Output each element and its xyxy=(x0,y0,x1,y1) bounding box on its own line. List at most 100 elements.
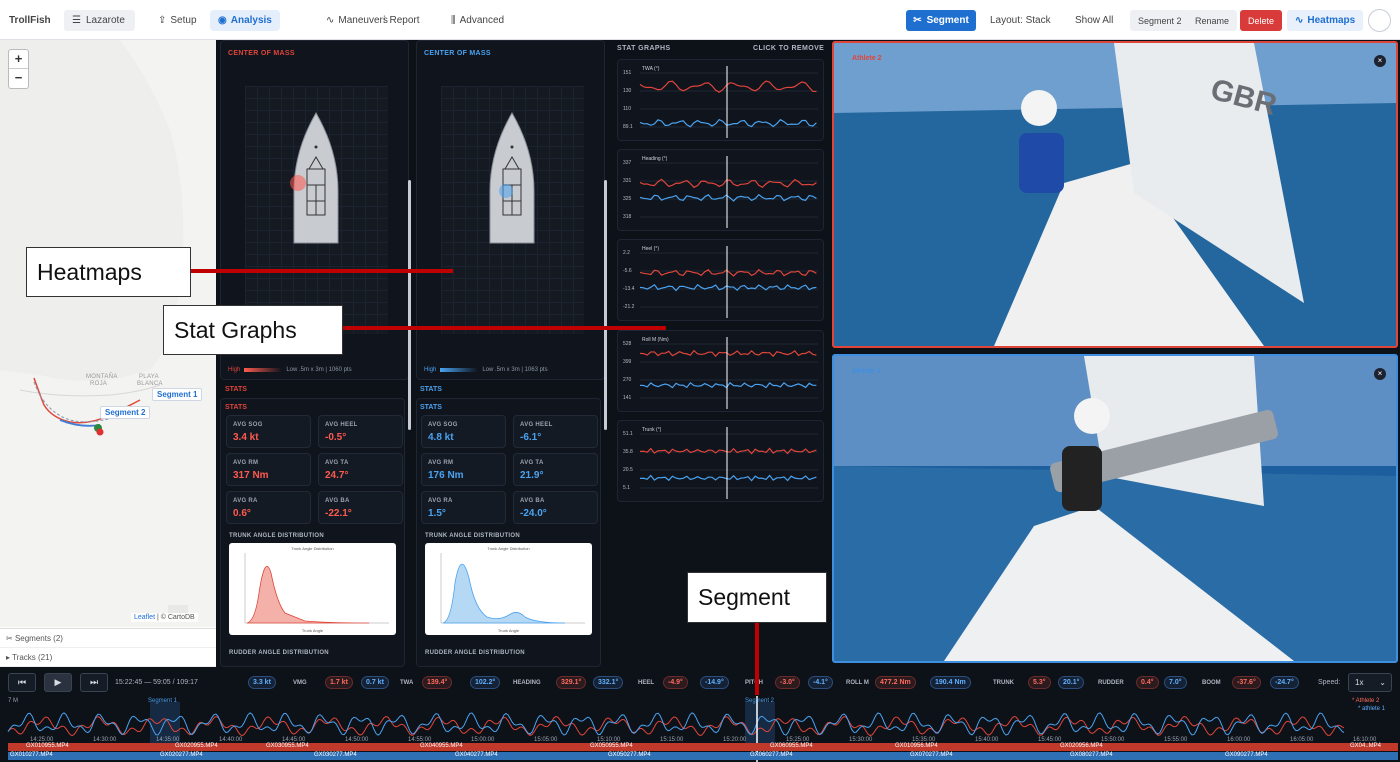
brand-logo[interactable]: TrollFish xyxy=(9,0,51,40)
file-label-athlete-1[interactable]: GX070277.MP4 xyxy=(910,752,953,758)
stat-label: AVG HEEL xyxy=(520,422,553,428)
tab-setup[interactable]: ⇪ Setup xyxy=(150,10,205,31)
sidebar-item-segments[interactable]: ✂ Segments (2) xyxy=(0,629,216,648)
scrollbar[interactable] xyxy=(604,180,607,430)
map-segment-1-tag[interactable]: Segment 1 xyxy=(152,388,203,401)
map-label: PLAYA xyxy=(139,374,159,380)
metric-value-athlete-2: 0.4° xyxy=(1136,676,1159,689)
metric-value-athlete-2: 5.3° xyxy=(1028,676,1051,689)
time-tick: 14:40:00 xyxy=(219,737,243,743)
stat-label: AVG HEEL xyxy=(325,422,358,428)
file-label-athlete-1[interactable]: GX020277.MP4 xyxy=(160,752,203,758)
avatar[interactable] xyxy=(1368,9,1391,32)
file-label-athlete-2[interactable]: GX060955.MP4 xyxy=(770,743,813,749)
video-label: Athlete 2 xyxy=(852,55,882,62)
file-label-athlete-1[interactable]: GX060277.MP4 xyxy=(750,752,793,758)
tab-analysis[interactable]: ◉ Analysis xyxy=(210,10,280,31)
stat-tile: AVG SOG 4.8 kt xyxy=(421,415,506,448)
video-label: athlete 1 xyxy=(852,368,881,375)
file-label-athlete-2[interactable]: GX04..MP4 xyxy=(1350,743,1381,749)
time-tick: 16:05:00 xyxy=(1290,737,1314,743)
play-button[interactable]: ▶ xyxy=(44,673,72,692)
skip-forward-button[interactable]: ⏭ xyxy=(80,673,108,692)
metric-label: TRUNK xyxy=(993,680,1014,686)
stat-value: 24.7° xyxy=(325,470,349,481)
sidebar-item-tracks[interactable]: ▸ Tracks (21) xyxy=(0,648,216,667)
tab-advanced[interactable]: ⫼ Advanced xyxy=(443,10,512,31)
stat-value: 1.5° xyxy=(428,508,446,519)
close-icon[interactable]: × xyxy=(1374,368,1386,380)
stat-graph-card[interactable]: Heel (°) 2.2 -5.6 -13.4 -21.2 xyxy=(617,239,824,321)
timeline-segment-1[interactable]: Segment 1 xyxy=(148,698,177,704)
click-to-remove-hint: CLICK TO REMOVE xyxy=(753,45,825,52)
boat-hull-icon xyxy=(290,112,339,244)
stat-graph-card[interactable]: Trunk (°) 51.1 35.8 20.5 5.1 xyxy=(617,420,824,502)
file-label-athlete-2[interactable]: GX050955.MP4 xyxy=(590,743,633,749)
scissors-icon: ✂ xyxy=(6,634,15,643)
metric-value-athlete-2: -3.0° xyxy=(775,676,800,689)
rename-button[interactable]: Rename xyxy=(1187,10,1238,31)
zoom-out-button[interactable]: − xyxy=(9,69,28,88)
zoom-in-button[interactable]: + xyxy=(9,50,28,69)
stat-graph-card[interactable]: Heading (°) 337 331 325 318 xyxy=(617,149,824,231)
video-frame xyxy=(834,356,1396,661)
legend-athlete-2: * Athlete 2 xyxy=(1352,698,1380,704)
metric-value-athlete-1: 7.0° xyxy=(1164,676,1187,689)
metric-value-athlete-1: -24.7° xyxy=(1270,676,1299,689)
skip-back-button[interactable]: ⏮ xyxy=(8,673,36,692)
heatmaps-button[interactable]: ∿ Heatmaps xyxy=(1287,10,1364,31)
leaflet-link[interactable]: Leaflet xyxy=(134,614,155,621)
speed-select[interactable]: 1x ⌄ xyxy=(1348,673,1392,692)
file-label-athlete-2[interactable]: GX030955.MP4 xyxy=(266,743,309,749)
file-label-athlete-1[interactable]: GX080277.MP4 xyxy=(1070,752,1113,758)
close-icon[interactable]: × xyxy=(1374,55,1386,67)
metric-value-athlete-1: 332.1° xyxy=(593,676,624,689)
timeline-graph[interactable] xyxy=(0,696,1400,762)
map-segment-2-tag[interactable]: Segment 2 xyxy=(100,406,151,419)
time-tick: 15:20:00 xyxy=(723,737,747,743)
video-athlete-1[interactable]: athlete 1 × xyxy=(832,354,1398,663)
tab-report[interactable]: ⫶ Report xyxy=(375,10,428,31)
legend-athlete-1: * athlete 1 xyxy=(1358,706,1386,712)
file-label-athlete-2[interactable]: GX020955.MP4 xyxy=(175,743,218,749)
skip-back-icon: ⏮ xyxy=(17,677,27,687)
timeline-axis-label: 7 M xyxy=(8,698,19,704)
stat-tile: AVG RA 0.6° xyxy=(226,491,311,524)
metric-label: BOOM xyxy=(1202,680,1221,686)
stat-tile: AVG RA 1.5° xyxy=(421,491,506,524)
time-tick: 14:30:00 xyxy=(93,737,117,743)
file-label-athlete-2[interactable]: GX040955.MP4 xyxy=(420,743,463,749)
stat-graph-card[interactable]: Roll M (Nm) 528 399 270 141 xyxy=(617,330,824,412)
stats-subheading: STATS xyxy=(420,404,442,411)
file-label-athlete-2[interactable]: GX010956.MP4 xyxy=(895,743,938,749)
file-label-athlete-1[interactable]: GX040277.MP4 xyxy=(455,752,498,758)
file-label-athlete-1[interactable]: GX090277.MP4 xyxy=(1225,752,1268,758)
rudder-distribution-title: RUDDER ANGLE DISTRIBUTION xyxy=(425,650,525,656)
timeline-segment-2[interactable]: Segment 2 xyxy=(745,698,774,704)
stat-value: 21.9° xyxy=(520,470,544,481)
stat-graph-card[interactable]: TWA (°) 151 130 110 89.1 xyxy=(617,59,824,141)
bar-chart-icon: ⫶ xyxy=(383,15,386,26)
stat-graph-series xyxy=(639,447,817,455)
file-label-athlete-1[interactable]: GX010277.MP4 xyxy=(10,752,53,758)
layout-selector[interactable]: Layout: Stack xyxy=(990,0,1051,40)
delete-button[interactable]: Delete xyxy=(1240,10,1283,31)
metric-label: ROLL M xyxy=(846,680,869,686)
stat-tile: AVG TA 21.9° xyxy=(513,453,598,486)
segment-2-chip[interactable]: Segment 2 xyxy=(1130,10,1190,31)
file-label-athlete-2[interactable]: GX010955.MP4 xyxy=(26,743,69,749)
video-athlete-2[interactable]: GBR Athlete 2 × xyxy=(832,41,1398,348)
scrollbar[interactable] xyxy=(408,180,411,430)
file-label-athlete-1[interactable]: GX030277.MP4 xyxy=(314,752,357,758)
stat-label: AVG TA xyxy=(325,460,349,466)
stat-tile: AVG RM 176 Nm xyxy=(421,453,506,486)
file-label-athlete-1[interactable]: GX050277.MP4 xyxy=(608,752,651,758)
file-label-athlete-2[interactable]: GX020956.MP4 xyxy=(1060,743,1103,749)
callout-segment: Segment xyxy=(687,572,827,623)
segment-button[interactable]: ✂ Segment xyxy=(906,10,976,31)
time-tick: 15:30:00 xyxy=(849,737,873,743)
show-all-button[interactable]: Show All xyxy=(1075,0,1113,40)
map-zoom-control: + − xyxy=(8,49,29,89)
location-selector[interactable]: ☰ Lazarote xyxy=(64,10,135,31)
stat-tile: AVG HEEL -6.1° xyxy=(513,415,598,448)
